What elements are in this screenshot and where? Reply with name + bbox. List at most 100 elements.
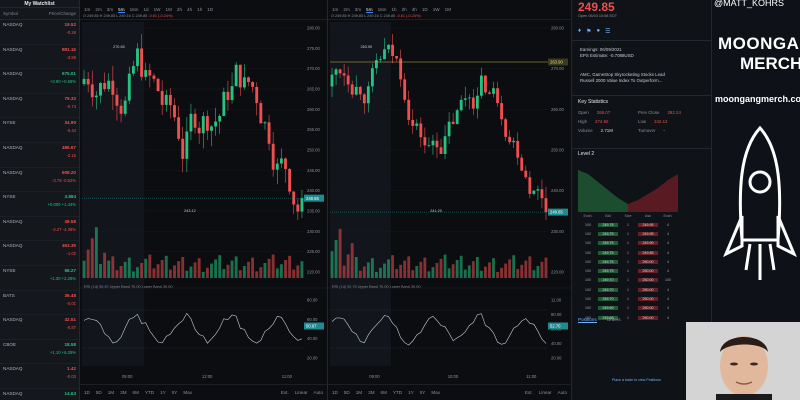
level2-cell: 100 (585, 250, 591, 255)
stat-open: Open 265.07 (578, 110, 610, 115)
watchlist-row[interactable]: NASDAQ 486.67 -2.16 (0, 143, 79, 168)
range-1D[interactable]: 1D (332, 390, 338, 395)
volume-bar (218, 255, 222, 278)
option-linear[interactable]: Linear (539, 390, 552, 395)
range-6M[interactable]: 6M (381, 390, 387, 395)
level2-cell: 250.00 (638, 278, 658, 283)
watchlist-row[interactable]: NASDAQ14.63+0.71 +5.09% (0, 389, 79, 400)
level2-row[interactable]: 100 249.75 1 250.00 4 (578, 266, 678, 275)
earnings-item[interactable]: Earnings: 06/09/2021 EPS Estimate: -0.70… (580, 47, 634, 59)
watchlist-row[interactable]: NYSE 3.884 +0.000 +1.44% (0, 192, 79, 217)
rsi-tag: 50.87 (306, 324, 317, 329)
tab-positions[interactable]: Positions (578, 317, 597, 323)
volume-bar (185, 270, 189, 278)
watchlist-title[interactable]: My Watchlist (0, 0, 79, 8)
level2-cell: 1 (627, 297, 629, 302)
ask-depth-area (628, 174, 678, 212)
level2-row[interactable]: 100 249.75 1 249.90 4 (578, 239, 678, 248)
y-tick-label: 245.00 (307, 168, 320, 173)
level2-row[interactable]: 100 249.78 1 249.95 4 (578, 220, 678, 229)
drop-icon[interactable]: ● (596, 28, 600, 35)
candlestick-chart[interactable]: 280.00 275.00 270.00 265.00 260.00 255.00 250.… (80, 0, 328, 384)
range-Max[interactable]: Max (183, 390, 192, 395)
candle-body (222, 91, 226, 116)
range-6M[interactable]: 6M (133, 390, 139, 395)
level2-header-cell: Ask (645, 214, 651, 218)
option-auto[interactable]: Auto (314, 390, 323, 395)
range-YTD[interactable]: YTD (145, 390, 154, 395)
range-1D[interactable]: 1D (84, 390, 90, 395)
volume-bar (205, 267, 209, 278)
watchlist-row[interactable]: BATS 36.48 -0.01 (0, 291, 79, 316)
y-tick-label: 260.00 (551, 107, 564, 112)
y-tick-label: 260.00 (307, 107, 320, 112)
option-auto[interactable]: Auto (558, 390, 567, 395)
row-line-1: NASDAQ 463.39 (3, 243, 76, 248)
stat-value: 274.92 (595, 119, 609, 124)
watchlist-row[interactable]: CBOE 18.58 +1.10 +6.29% (0, 340, 79, 365)
level2-row[interactable]: 100 249.70 1 250.00 100 (578, 276, 678, 285)
watchlist-row[interactable]: NYSE 58.27 +1.30 +2.28% (0, 266, 79, 291)
option-ext[interactable]: Ext. (525, 390, 533, 395)
watchlist-row[interactable]: NYSE 34.90 -0.44 (0, 118, 79, 143)
range-5D[interactable]: 5D (96, 390, 102, 395)
alert-icon[interactable]: ♦ (578, 28, 581, 35)
range-3M[interactable]: 3M (120, 390, 126, 395)
candle-body (395, 56, 399, 59)
level2-cell: 249.95 (638, 222, 658, 227)
watchlist-col-symbol[interactable]: Symbol (3, 11, 18, 16)
range-5D[interactable]: 5D (344, 390, 350, 395)
y-tick-label: 225.00 (307, 249, 320, 254)
candle-body (214, 121, 218, 127)
row-line-1: BATS 36.48 (3, 293, 76, 298)
level2-header: Exch. Bid Size Ask Exch. (578, 214, 678, 220)
range-5Y[interactable]: 5Y (172, 390, 178, 395)
rsi-label: RSI (14) 50.87 Upper Band 70.00 Lower Ba… (84, 285, 172, 289)
level2-row[interactable]: 100 249.75 1 250.00 4 (578, 257, 678, 266)
range-1Y[interactable]: 1Y (160, 390, 166, 395)
watchlist-row[interactable]: NASDAQ 675.01 +3.90 +0.58% (0, 69, 79, 94)
list-icon[interactable]: ☰ (605, 28, 610, 35)
bell-icon[interactable]: ⚑ (586, 28, 591, 35)
option-linear[interactable]: Linear (295, 390, 308, 395)
option-ext[interactable]: Ext. (281, 390, 289, 395)
volume-bar (488, 262, 491, 278)
level2-cell: 249.85 (638, 250, 658, 255)
candle-body (90, 84, 94, 98)
level2-row[interactable]: 100 249.75 1 249.95 4 (578, 229, 678, 238)
candle-body (131, 66, 135, 74)
positions-empty-text[interactable]: Place a trade to view Positions (612, 378, 661, 382)
watchlist-row[interactable]: NASDAQ 49.58 -2.27 -4.38% (0, 217, 79, 242)
watchlist-row[interactable]: NASDAQ 19.52 -0.28 (0, 20, 79, 45)
watchlist-row[interactable]: NASDAQ 463.39 -1.02 (0, 241, 79, 266)
row-line-2: -2.27 -4.38% (3, 227, 76, 232)
watchlist-row[interactable]: NASDAQ 1.42 -0.03 (0, 364, 79, 389)
range-YTD[interactable]: YTD (393, 390, 402, 395)
news-item[interactable]: AMC, GameStop Skyrocketing Stocks Lead R… (580, 72, 665, 84)
tab-orders[interactable]: Orders (607, 317, 621, 323)
watchlist-col-price[interactable]: Price/Change (49, 11, 76, 16)
range-Max[interactable]: Max (431, 390, 440, 395)
volume-bar (193, 262, 197, 278)
watchlist-row[interactable]: NASDAQ 881.15 -3.59 (0, 45, 79, 70)
watchlist-row[interactable]: NASDAQ 79.32 -0.74 (0, 94, 79, 119)
level2-row[interactable]: 100 249.70 1 250.00 4 (578, 285, 678, 294)
watchlist-row[interactable]: NASDAQ 608.20 -3.78 -0.62% (0, 168, 79, 193)
range-1M[interactable]: 1M (356, 390, 362, 395)
volume-bar (234, 256, 238, 278)
row-change: +3.90 +0.58% (49, 79, 76, 85)
row-line-1: NASDAQ 608.20 (3, 170, 76, 175)
level2-row[interactable]: 100 249.69 1 250.00 4 (578, 304, 678, 313)
range-5Y[interactable]: 5Y (420, 390, 426, 395)
watchlist-row[interactable]: NASDAQ 42.51 -0.87 (0, 315, 79, 340)
level2-cell: 100 (585, 241, 591, 246)
volume-bar (115, 270, 119, 278)
volume-bar (528, 256, 532, 278)
range-1M[interactable]: 1M (108, 390, 114, 395)
candlestick-chart[interactable]: 280.00 270.00 260.00 250.00 240.00 230.00 220.… (328, 0, 572, 384)
range-1Y[interactable]: 1Y (408, 390, 414, 395)
rsi-tick-label: 80.00 (551, 312, 562, 317)
range-3M[interactable]: 3M (368, 390, 374, 395)
level2-row[interactable]: 100 249.70 1 250.00 4 (578, 294, 678, 303)
level2-row[interactable]: 100 249.75 1 249.85 4 (578, 248, 678, 257)
